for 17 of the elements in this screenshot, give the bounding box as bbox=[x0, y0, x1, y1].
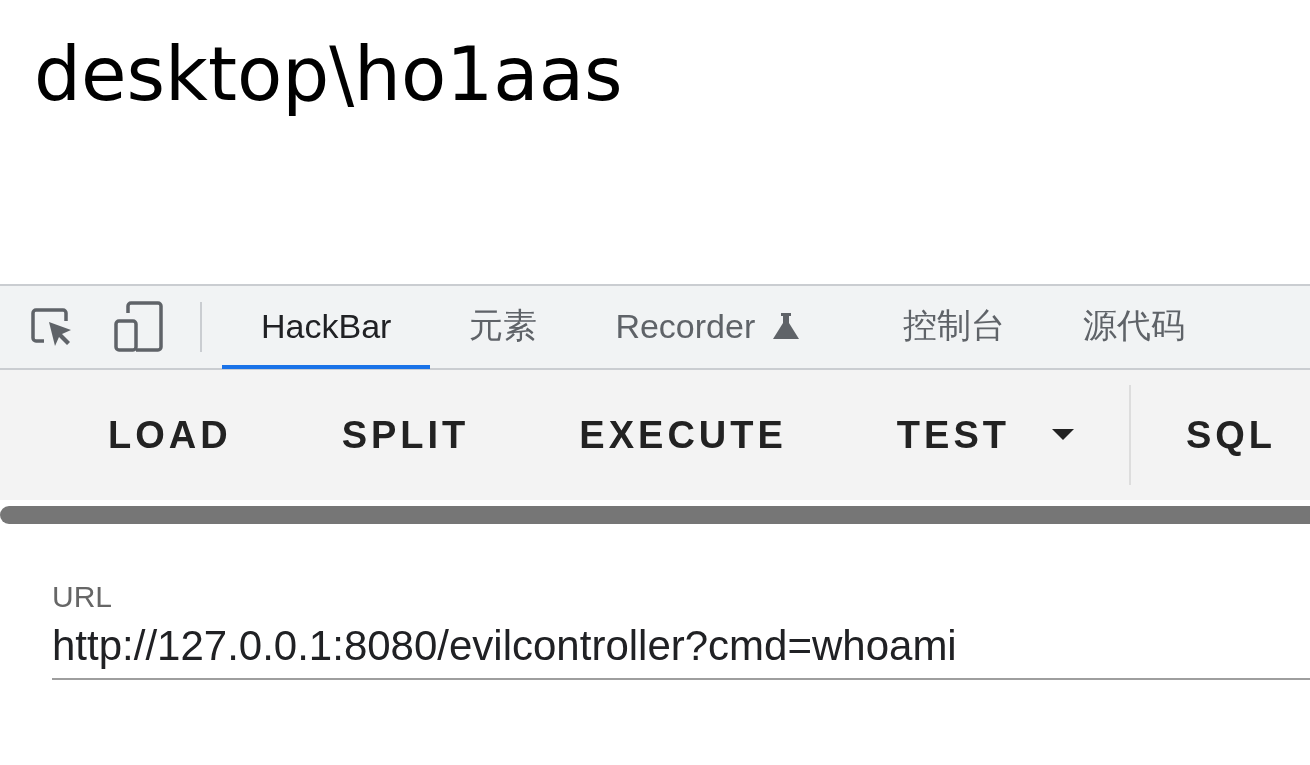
toolbar-button[interactable]: SPLIT bbox=[286, 403, 525, 467]
flask-icon bbox=[771, 311, 802, 341]
caret-icon bbox=[1051, 429, 1074, 441]
devtools-tab[interactable]: 源代码 bbox=[1044, 287, 1225, 369]
devtools-tab[interactable]: 控制台 bbox=[864, 287, 1045, 369]
toolbar-button[interactable]: EXECUTE bbox=[524, 403, 842, 467]
devtools-tab[interactable]: 元素 bbox=[430, 287, 577, 369]
url-value: http://127.0.0.1:8080/evilcontroller?cmd=whoami bbox=[52, 622, 958, 670]
page-heading: desktop\ho1aas bbox=[33, 30, 624, 119]
devtools-tab[interactable]: Recorder bbox=[576, 287, 865, 369]
field-label: URL bbox=[52, 580, 113, 614]
toolbar-button[interactable]: TEST bbox=[841, 403, 1129, 467]
toolbar-button[interactable]: LOAD bbox=[53, 403, 287, 467]
device-toolbar-icon[interactable] bbox=[114, 301, 164, 353]
scrollbar-thumb[interactable] bbox=[0, 506, 1310, 524]
toolbar-button[interactable]: SQL bbox=[1130, 403, 1310, 467]
url-field[interactable]: URL http://127.0.0.1:8080/evilcontroller?cmd=whoami bbox=[52, 580, 1310, 680]
